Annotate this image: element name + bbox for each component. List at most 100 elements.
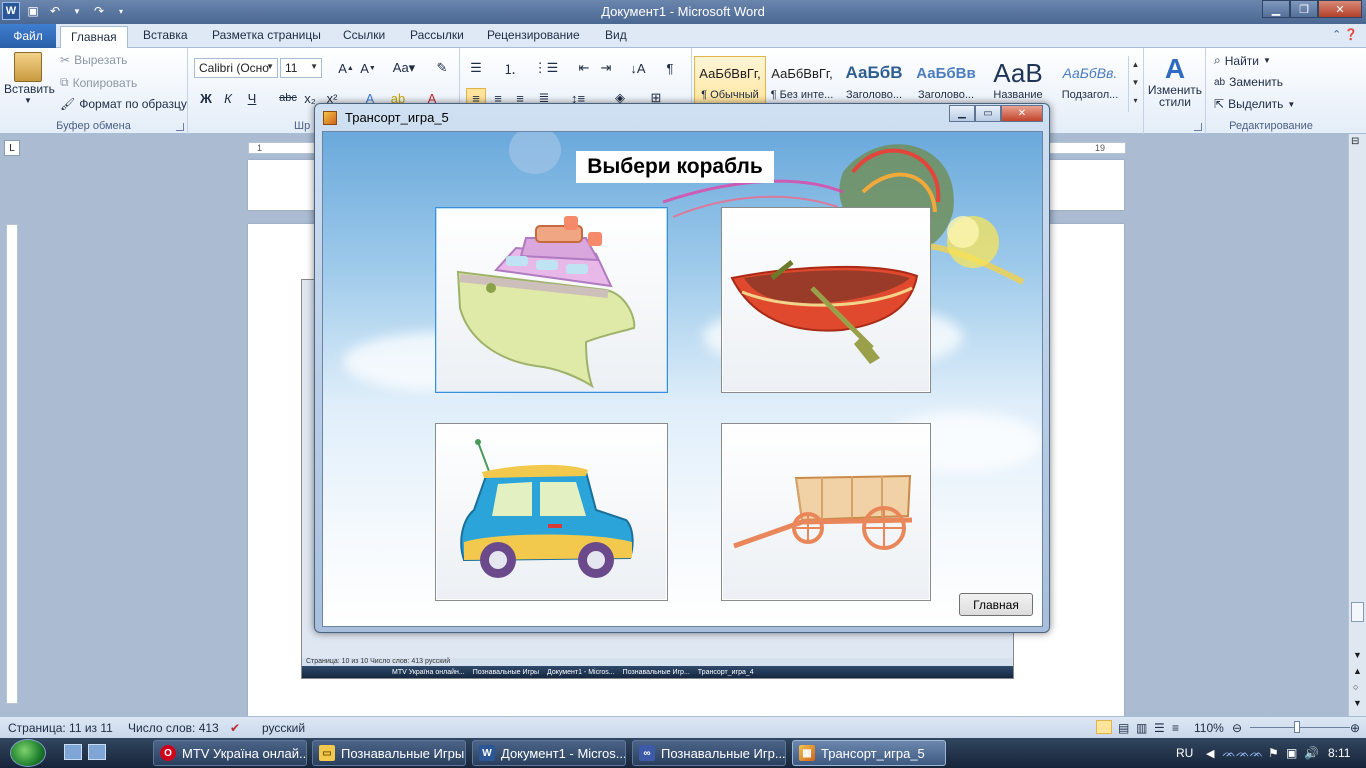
select-button[interactable]: ⇱ Выделить ▼ (1214, 97, 1295, 111)
style-heading-2[interactable]: АаБбВв Заголово... (910, 56, 982, 108)
style-no-spacing[interactable]: АаБбВвГг, ¶ Без инте... (766, 56, 838, 108)
close-button[interactable]: ✕ (1318, 0, 1362, 18)
font-name-combo[interactable]: Calibri (Осно ▼ (194, 58, 278, 78)
outline-icon[interactable]: ☰ (1154, 721, 1165, 735)
tab-review[interactable]: Рецензирование (487, 28, 580, 42)
minimize-button[interactable]: ▁ (1262, 0, 1290, 18)
language-bar[interactable]: RU (1176, 738, 1193, 768)
tab-mailings[interactable]: Рассылки (410, 28, 464, 42)
find-button[interactable]: ⌕ Найти ▼ (1214, 53, 1271, 68)
taskbar-item-games[interactable]: ∞ Познавальные Игр... (632, 740, 786, 766)
zoom-slider-thumb[interactable] (1294, 721, 1300, 733)
maximize-button[interactable]: ❐ (1290, 0, 1318, 18)
rowboat-icon (730, 260, 919, 364)
vertical-scrollbar[interactable]: ⊟ ▼ ▲ ○ ▼ (1348, 134, 1366, 716)
network-icon[interactable]: ▣ (1286, 738, 1297, 768)
style-subtitle[interactable]: АаБбВв. Подзагол... (1054, 56, 1126, 108)
dialog-maximize-button[interactable]: ▭ (975, 105, 1001, 122)
word-count[interactable]: Число слов: 413 (128, 721, 219, 735)
ruler-toggle-icon[interactable]: ⊟ (1351, 136, 1359, 147)
shrink-font-icon[interactable]: A ▼ (358, 58, 378, 78)
clipboard-launcher-icon[interactable] (176, 123, 184, 131)
show-desktop-icon[interactable] (64, 744, 82, 760)
decrease-indent-icon[interactable]: ⇤ (574, 58, 594, 78)
zoom-out-icon[interactable]: ⊖ (1232, 721, 1242, 735)
switch-windows-icon[interactable] (88, 744, 106, 760)
web-layout-icon[interactable]: ▥ (1136, 721, 1147, 735)
clock[interactable]: 8:11 (1328, 738, 1350, 768)
windows-taskbar: O MTV Україна онлай... ▭ Познавальные Иг… (0, 738, 1366, 768)
tab-file[interactable]: Файл (0, 24, 56, 48)
grow-font-icon[interactable]: A ▲ (336, 58, 356, 78)
scroll-down-icon[interactable]: ▼ (1353, 650, 1362, 660)
start-button[interactable] (10, 739, 46, 767)
browse-object-icon[interactable]: ○ (1353, 682, 1358, 692)
numbering-icon[interactable]: ⒈ (500, 58, 520, 78)
show-hidden-icons-icon[interactable]: ◀ (1206, 738, 1214, 768)
change-styles-group: A Изменить стили (1144, 48, 1206, 134)
dialog-minimize-button[interactable]: ▁ (949, 105, 975, 122)
font-size-combo[interactable]: 11 ▼ (280, 58, 322, 78)
tab-page-layout[interactable]: Разметка страницы (212, 28, 321, 42)
styles-scroll-icon[interactable]: ▲ ▼ ▾ (1128, 56, 1142, 112)
multilevel-list-icon[interactable]: ⋮☰ (534, 58, 559, 78)
copy-button[interactable]: ⧉ Копировать (60, 75, 137, 90)
tab-references[interactable]: Ссылки (343, 28, 385, 42)
style-heading-1[interactable]: АаБбВ Заголово... (838, 56, 910, 108)
taskbar-item-folder[interactable]: ▭ Познавальные Игры (312, 740, 466, 766)
style-normal[interactable]: АаБбВвГг, ¶ Обычный (694, 56, 766, 108)
print-layout-icon[interactable] (1096, 720, 1112, 734)
taskbar-item-opera[interactable]: O MTV Україна онлай... (153, 740, 307, 766)
sort-icon[interactable]: ↓A (628, 58, 648, 78)
zoom-slider[interactable] (1250, 727, 1350, 728)
replace-button[interactable]: ab Заменить (1214, 75, 1283, 89)
tab-view[interactable]: Вид (605, 28, 627, 42)
full-screen-reading-icon[interactable]: ▤ (1118, 721, 1129, 735)
home-button[interactable]: Главная (959, 593, 1033, 616)
option-card-rowboat[interactable] (721, 207, 931, 393)
italic-icon[interactable]: К (218, 88, 238, 108)
increase-indent-icon[interactable]: ⇥ (596, 58, 616, 78)
cut-button[interactable]: ✂ Вырезать (60, 53, 127, 67)
dialog-close-button[interactable]: ✕ (1001, 105, 1043, 122)
flag-icon[interactable]: ⚑ (1268, 738, 1279, 768)
volume-icon[interactable]: 🔊 (1304, 738, 1319, 768)
folder-icon: ▭ (319, 745, 335, 761)
draft-icon[interactable]: ≡ (1172, 721, 1179, 735)
styles-launcher-icon[interactable] (1194, 123, 1202, 131)
option-card-wagon[interactable] (721, 423, 931, 601)
option-card-car[interactable] (435, 423, 668, 601)
clear-format-icon[interactable]: ✎ (432, 58, 452, 78)
next-page-icon[interactable]: ▼ (1353, 698, 1362, 708)
language-indicator[interactable]: русский (262, 721, 305, 735)
vertical-ruler[interactable] (6, 224, 18, 704)
bold-icon[interactable]: Ж (196, 88, 216, 108)
zoom-level[interactable]: 110% (1194, 721, 1224, 735)
tray-apps-icon[interactable]: ᨏᨏᨏ (1222, 738, 1263, 768)
format-painter-button[interactable]: 🖌 Формат по образцу (60, 97, 187, 111)
editing-group: ⌕ Найти ▼ ab Заменить ⇱ Выделить ▼ Редактиров… (1206, 48, 1336, 134)
underline-icon[interactable]: Ч (242, 88, 262, 108)
taskbar-item-game5[interactable]: ▦ Трансорт_игра_5 (792, 740, 946, 766)
help-icon[interactable]: ⌃ ❓ (1332, 28, 1358, 41)
taskbar-item-word[interactable]: W Документ1 - Micros... (472, 740, 626, 766)
change-styles-button[interactable]: A Изменить стили (1146, 54, 1204, 109)
tab-selector-icon[interactable]: L (4, 140, 20, 156)
scrollbar-thumb[interactable] (1351, 602, 1364, 622)
zoom-in-icon[interactable]: ⊕ (1350, 721, 1360, 735)
show-marks-icon[interactable]: ¶ (660, 58, 680, 78)
tab-home[interactable]: Главная (60, 26, 128, 49)
game-window: Трансорт_игра_5 ▁ ▭ ✕ Выбери корабль Гла… (314, 103, 1050, 633)
replace-icon: ab (1214, 76, 1226, 88)
bullets-icon[interactable]: ☰ (466, 58, 486, 78)
change-case-icon[interactable]: Aa▾ (390, 58, 418, 78)
tab-insert[interactable]: Вставка (143, 28, 188, 42)
option-card-ship[interactable] (435, 207, 668, 393)
style-title[interactable]: АаВ Название (982, 56, 1054, 108)
page-count[interactable]: Страница: 11 из 11 (8, 721, 113, 735)
paste-button[interactable]: Вставить ▼ (4, 52, 55, 105)
spellcheck-icon[interactable]: ✔ (230, 721, 240, 735)
clipboard-group-label: Буфер обмена (56, 120, 131, 132)
prev-page-icon[interactable]: ▲ (1353, 666, 1362, 676)
strikethrough-icon[interactable]: abc (278, 88, 298, 108)
